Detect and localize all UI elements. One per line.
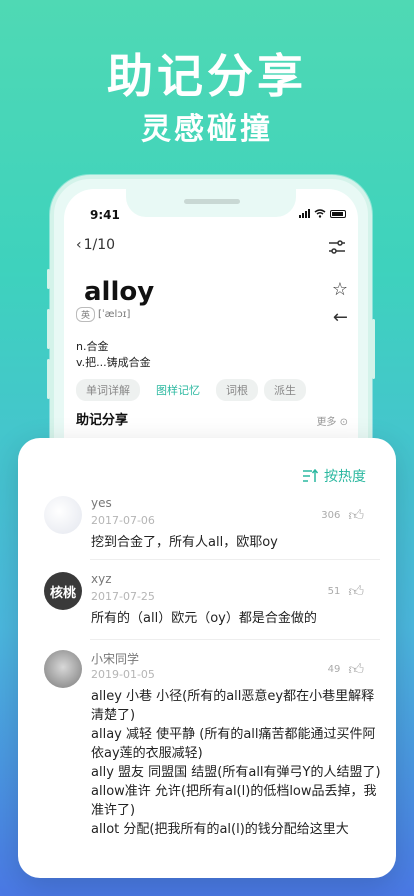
pronunciation[interactable]: 英 [ˈælɔɪ] <box>76 307 130 322</box>
chevron-left-icon: ‹ <box>76 237 82 253</box>
signal-icon <box>299 209 310 218</box>
comment-user[interactable]: xyz <box>91 572 112 586</box>
like-button[interactable]: 306 👍︎ <box>321 506 364 525</box>
like-count: 306 <box>321 510 341 521</box>
comment-item: yes 2017-07-06 306 👍︎ 挖到合金了，所有人all，欧耶oy <box>44 496 380 560</box>
comment-item: 小宋同学 2019-01-05 49 👍︎ alley 小巷 小径(所有的all… <box>44 650 381 870</box>
section-title: 助记分享 <box>76 413 129 428</box>
definition-noun: n.合金 <box>76 340 109 353</box>
notch <box>126 189 296 217</box>
comment-text: 挖到合金了，所有人all，欧耶oy <box>91 535 278 550</box>
hero-title: 助记分享 <box>107 49 307 103</box>
like-button[interactable]: 51 👍︎ <box>328 582 364 601</box>
battery-icon <box>330 209 346 218</box>
comment-user[interactable]: 小宋同学 <box>91 650 139 667</box>
word-title: alloy <box>84 277 155 307</box>
like-count: 49 <box>327 664 341 675</box>
more-link[interactable]: 更多 ⊙ <box>316 413 348 428</box>
comment-text: 所有的（all）欧元（oy）都是合金做的 <box>91 611 317 626</box>
sort-icon <box>303 469 318 482</box>
like-count: 51 <box>327 586 341 597</box>
tab-image-memory[interactable]: 图样记忆 <box>146 379 210 401</box>
avatar[interactable] <box>44 650 82 688</box>
wifi-icon <box>314 209 326 218</box>
thumb-up-icon: 👍︎ <box>348 582 364 600</box>
comment-date: 2017-07-25 <box>91 590 155 603</box>
like-button[interactable]: 49 👍︎ <box>328 660 364 679</box>
tab-word-detail[interactable]: 单词详解 <box>76 379 140 401</box>
hero-subtitle: 灵感碰撞 <box>141 112 273 147</box>
definitions: n.合金 v.把...铸成合金 <box>76 339 151 371</box>
avatar[interactable] <box>44 496 82 534</box>
thumb-up-icon: 👍︎ <box>348 506 364 524</box>
comment-date: 2017-07-06 <box>91 514 155 527</box>
more-label: 更多 <box>316 417 337 428</box>
comment-date: 2019-01-05 <box>91 668 155 681</box>
detail-tabs: 单词详解 图样记忆 词根 派生 <box>76 379 306 401</box>
sort-label: 按热度 <box>324 469 366 485</box>
divider <box>90 559 380 560</box>
status-icons <box>299 209 346 218</box>
tab-root[interactable]: 词根 <box>216 379 258 401</box>
sort-button[interactable]: 按热度 <box>302 466 366 486</box>
volume-up-button <box>47 309 50 349</box>
arrow-left-icon[interactable]: ← <box>333 307 348 328</box>
phonetic: [ˈælɔɪ] <box>98 309 131 320</box>
back-button[interactable]: ‹ 1/10 <box>76 237 115 253</box>
avatar-text: 核桃 <box>49 585 76 601</box>
comment-text: alley 小巷 小径(所有的all恶意ey都在小巷里解释清楚了) allay … <box>91 689 381 837</box>
comment-item: 核桃 xyz 2017-07-25 51 👍︎ 所有的（all）欧元（oy）都是… <box>44 572 380 640</box>
side-button <box>47 269 50 289</box>
comments-card: 按热度 yes 2017-07-06 306 👍︎ 挖到合金了，所有人all，欧… <box>18 438 396 878</box>
volume-down-button <box>47 359 50 399</box>
star-icon[interactable]: ☆ <box>332 279 348 300</box>
power-button <box>372 319 375 379</box>
accent-tag: 英 <box>76 307 96 322</box>
comment-user[interactable]: yes <box>91 496 112 510</box>
settings-sliders-icon[interactable] <box>328 239 346 255</box>
definition-verb: v.把...铸成合金 <box>76 356 151 369</box>
status-time: 9:41 <box>90 208 120 222</box>
divider <box>90 639 380 640</box>
avatar[interactable]: 核桃 <box>44 572 82 610</box>
tab-derivative[interactable]: 派生 <box>264 379 306 401</box>
thumb-up-icon: 👍︎ <box>348 660 364 678</box>
page-counter: 1/10 <box>83 237 116 253</box>
word-nav: ‹ 1/10 <box>76 237 346 261</box>
